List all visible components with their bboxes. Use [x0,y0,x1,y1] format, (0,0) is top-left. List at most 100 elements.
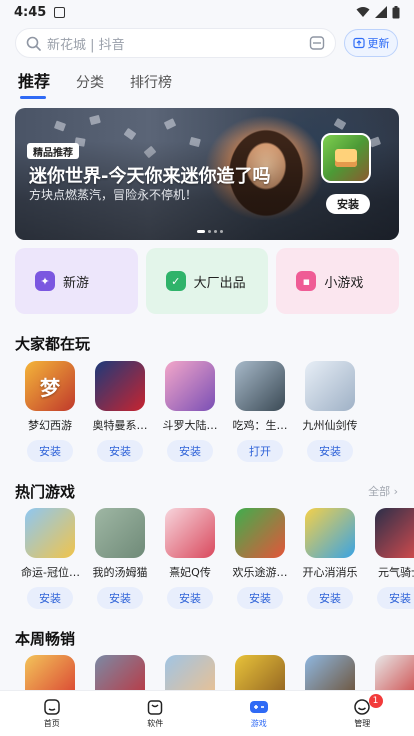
signal-icon [375,6,387,18]
nav-manage[interactable]: 管理 1 [311,691,414,736]
app-action-button[interactable]: 安装 [27,440,73,462]
app-icon[interactable] [95,508,145,558]
page-dot [208,230,211,233]
app-item[interactable]: 吃鸡：生… 打开 [225,361,295,462]
section-title-popular: 大家都在玩 [15,335,91,353]
see-all-link[interactable]: 全部 › [368,483,398,499]
app-name: 奥特曼系… [92,419,148,432]
app-name: 元气骑士 [378,566,414,579]
app-icon[interactable] [235,361,285,411]
software-bag-icon [148,700,163,715]
app-action-button[interactable]: 打开 [237,440,283,462]
app-action-button[interactable]: 安装 [167,587,213,609]
hot-games-row: 命运-冠位…安装我的汤姆猫安装熹妃Q传安装欢乐途游…安装开心消消乐安装元气骑士安… [15,508,414,609]
tab-category[interactable]: 分类 [76,72,104,98]
battery-icon [392,5,400,18]
app-name: 九州仙剑传 [302,419,358,432]
update-label: 更新 [367,37,390,50]
bottom-nav: 首页 软件 游戏 管理 1 [0,690,414,736]
notification-app-icon [54,6,66,18]
update-button[interactable]: 更新 [344,29,398,57]
app-icon[interactable] [165,361,215,411]
app-action-button[interactable]: 安装 [97,587,143,609]
section-title-hot: 热门游戏 [15,483,76,501]
page-dot-active [197,230,205,233]
category-studio-games[interactable]: ✓ 大厂出品 [145,248,269,314]
app-name: 熹妃Q传 [169,566,211,579]
app-icon[interactable] [25,508,75,558]
app-icon-glyph: 梦 [40,375,60,400]
status-time: 4:45 [14,4,47,20]
app-name: 欢乐途游… [232,566,288,579]
app-name: 梦幻西游 [28,419,72,432]
category-label: 大厂出品 [193,275,246,291]
section-title-weekly: 本周畅销 [15,630,76,648]
app-item[interactable]: 梦梦幻西游 安装 [15,361,85,462]
top-tabs: 推荐 分类 排行榜 [18,66,172,99]
status-icons [356,5,400,19]
status-bar: 4:45 [0,0,414,24]
app-action-button[interactable]: 安装 [377,587,414,609]
banner-badge: 精品推荐 [27,143,79,159]
app-action-button[interactable]: 安装 [27,587,73,609]
app-item[interactable]: 斗罗大陆… 安装 [155,361,225,462]
app-action-button[interactable]: 安装 [307,440,353,462]
page-dot [220,230,223,233]
app-item[interactable]: 欢乐途游… 安装 [225,508,295,609]
category-label: 小游戏 [324,275,364,291]
featured-banner[interactable]: 精品推荐 迷你世界-今天你来迷你造了吗 方块点燃蒸汽，冒险永不停机！ 安装 [15,108,399,240]
tab-recommend[interactable]: 推荐 [18,68,50,99]
popular-apps-row: 梦梦幻西游 安装 奥特曼系… 安装 斗罗大陆… 安装 吃鸡：生… 打开 九州仙剑传 安装 [15,361,365,462]
category-new-games[interactable]: ✦ 新游 [15,248,138,314]
app-icon[interactable] [95,361,145,411]
page-dot [214,230,217,233]
update-icon [352,37,365,49]
nav-home[interactable]: 首页 [0,691,104,736]
app-action-button[interactable]: 安装 [167,440,213,462]
app-icon[interactable]: 梦 [25,361,75,411]
notification-badge: 1 [368,694,383,708]
app-name: 开心消消乐 [302,566,358,579]
app-icon[interactable] [165,508,215,558]
studio-icon: ✓ [165,271,186,291]
app-item[interactable]: 开心消消乐 安装 [295,508,365,609]
category-mini-games[interactable]: ▪ 小游戏 [276,248,400,314]
app-icon[interactable] [375,508,414,558]
app-item[interactable]: 奥特曼系… 安装 [85,361,155,462]
search-placeholder: 新花城 | 抖音 [47,37,125,53]
gamepad-icon [249,701,268,713]
nav-games[interactable]: 游戏 [207,691,311,736]
app-name: 我的汤姆猫 [92,566,148,579]
app-item[interactable]: 元气骑士安装 [365,508,414,609]
wifi-icon [356,7,370,17]
category-label: 新游 [63,275,90,291]
app-name: 吃鸡：生… [232,419,288,432]
app-item[interactable]: 熹妃Q传安装 [155,508,225,609]
app-action-button[interactable]: 安装 [97,440,143,462]
app-icon[interactable] [235,508,285,558]
app-name: 斗罗大陆… [162,419,218,432]
banner-install-button[interactable]: 安装 [326,194,370,214]
search-bar[interactable]: 新花城 | 抖音 [15,28,336,58]
app-item[interactable]: 命运-冠位… 安装 [15,508,85,609]
app-action-button[interactable]: 安装 [237,587,283,609]
banner-pagination [197,230,223,233]
tab-ranking[interactable]: 排行榜 [130,72,172,98]
search-icon [26,36,41,51]
search-row: 新花城 | 抖音 更新 [0,28,414,58]
scan-icon[interactable] [309,35,325,51]
app-icon[interactable] [305,361,355,411]
banner-subtitle: 方块点燃蒸汽，冒险永不停机！ [29,188,198,202]
mini-game-icon: ▪ [296,271,317,291]
nav-software[interactable]: 软件 [104,691,208,736]
category-shortcuts: ✦ 新游 ✓ 大厂出品 ▪ 小游戏 [15,248,400,314]
app-action-button[interactable]: 安装 [307,587,353,609]
app-item[interactable]: 我的汤姆猫 安装 [85,508,155,609]
app-item[interactable]: 九州仙剑传 安装 [295,361,365,462]
banner-app-icon[interactable] [321,133,371,183]
home-icon [44,699,60,715]
app-name: 命运-冠位… [21,566,79,579]
banner-title: 迷你世界-今天你来迷你造了吗 [29,166,271,187]
new-game-icon: ✦ [35,271,55,291]
app-icon[interactable] [305,508,355,558]
